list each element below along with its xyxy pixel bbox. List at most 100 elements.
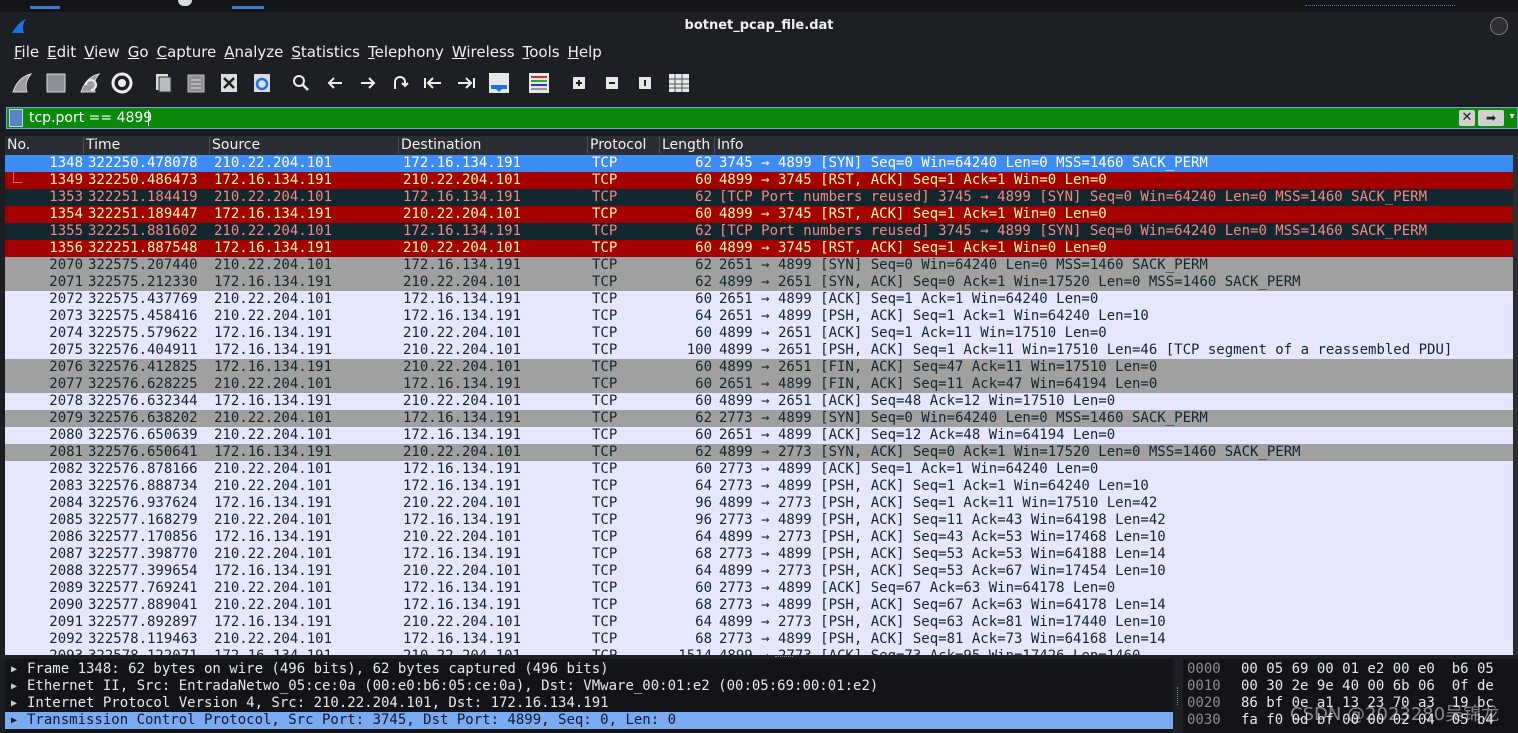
column-header-protocol[interactable]: Protocol xyxy=(588,137,660,154)
packet-row[interactable]: 2074 322575.579622 172.16.134.191 210.22.20… xyxy=(5,325,1513,342)
display-filter-input[interactable] xyxy=(27,109,1451,127)
menu-edit[interactable]: Edit xyxy=(43,40,80,61)
packet-time-cell: 322251.184419 xyxy=(88,189,198,205)
colorize-icon[interactable] xyxy=(527,71,551,95)
open-file-icon[interactable] xyxy=(151,71,175,95)
menu-capture[interactable]: Capture xyxy=(153,40,221,61)
menu-tools[interactable]: Tools xyxy=(519,40,564,61)
stop-capture-icon[interactable] xyxy=(44,71,68,95)
clear-filter-icon[interactable]: ✕ xyxy=(1459,110,1475,126)
go-to-packet-icon[interactable] xyxy=(388,71,412,95)
packet-row-selected[interactable]: 1348 322250.478078 210.22.204.101 172.16.13… xyxy=(5,155,1513,172)
normal-size-icon[interactable] xyxy=(633,71,657,95)
packet-row[interactable]: 2091 322577.892897 172.16.134.191 210.22.20… xyxy=(5,614,1513,631)
menu-wireless[interactable]: Wireless xyxy=(448,40,519,61)
detail-tree-row[interactable]: ▶ Ethernet II, Src: EntradaNetwo_05:ce:0a… xyxy=(5,678,1173,695)
packet-row[interactable]: 2080 322576.650639 210.22.204.101 172.16.13… xyxy=(5,427,1513,444)
packet-row[interactable]: 2086 322577.170856 172.16.134.191 210.22.20… xyxy=(5,529,1513,546)
apply-filter-icon[interactable]: ➡ xyxy=(1478,110,1504,126)
packet-dst-cell: 172.16.134.191 xyxy=(403,308,522,324)
packet-row[interactable]: 2081 322576.650641 172.16.134.191 210.22.20… xyxy=(5,444,1513,461)
packet-row[interactable]: 2092 322578.119463 210.22.204.101 172.16.13… xyxy=(5,631,1513,648)
menu-view[interactable]: View xyxy=(80,40,124,61)
packet-info-cell: 2651 → 4899 [SYN] Seq=0 Win=64240 Len=0 … xyxy=(719,257,1208,273)
reload-file-icon[interactable] xyxy=(250,71,274,95)
packet-row[interactable]: 1356 322251.887548 172.16.134.191 210.22.20… xyxy=(5,240,1513,257)
packet-row[interactable]: 2085 322577.168279 210.22.204.101 172.16.13… xyxy=(5,512,1513,529)
resize-columns-icon[interactable] xyxy=(667,71,691,95)
zoom-in-icon[interactable] xyxy=(567,71,591,95)
packet-row[interactable]: 2088 322577.399654 172.16.134.191 210.22.20… xyxy=(5,563,1513,580)
packet-row[interactable]: 2087 322577.398770 210.22.204.101 172.16.13… xyxy=(5,546,1513,563)
packet-time-cell: 322575.579622 xyxy=(88,325,198,341)
packet-row[interactable]: 2077 322576.628225 210.22.204.101 172.16.13… xyxy=(5,376,1513,393)
packet-src-cell: 210.22.204.101 xyxy=(214,461,333,477)
go-forward-icon[interactable] xyxy=(356,71,380,95)
go-first-icon[interactable] xyxy=(421,71,445,95)
column-header-source[interactable]: Source xyxy=(210,137,399,154)
packet-row[interactable]: 1353 322251.184419 210.22.204.101 172.16.13… xyxy=(5,189,1513,206)
menu-help[interactable]: Help xyxy=(564,40,606,61)
column-header-destination[interactable]: Destination xyxy=(399,137,588,154)
packet-dst-cell: 172.16.134.191 xyxy=(403,189,522,205)
menu-telephony[interactable]: Telephony xyxy=(364,40,448,61)
zoom-out-icon[interactable] xyxy=(600,71,624,95)
go-last-icon[interactable] xyxy=(454,71,478,95)
packet-info-cell: 2651 → 4899 [FIN, ACK] Seq=11 Ack=47 Win… xyxy=(719,376,1158,392)
filter-history-chevron-icon[interactable]: ▾ xyxy=(1507,108,1517,126)
restart-capture-icon[interactable] xyxy=(78,71,102,95)
detail-tree-row[interactable]: ▶ Frame 1348: 62 bytes on wire (496 bits)… xyxy=(5,661,1173,678)
packet-row[interactable]: 2093 322578.122071 172.16.134.191 210.22.20… xyxy=(5,648,1513,655)
packet-row[interactable]: 2071 322575.212330 172.16.134.191 210.22.20… xyxy=(5,274,1513,291)
packet-proto-cell: TCP xyxy=(592,461,618,477)
packet-list-scrollbar[interactable] xyxy=(1513,136,1518,655)
packet-row[interactable]: 2082 322576.878166 210.22.204.101 172.16.13… xyxy=(5,461,1513,478)
save-file-icon[interactable] xyxy=(184,71,208,95)
packet-row[interactable]: 2073 322575.458416 210.22.204.101 172.16.13… xyxy=(5,308,1513,325)
packet-row[interactable]: 2070 322575.207440 210.22.204.101 172.16.13… xyxy=(5,257,1513,274)
close-file-icon[interactable] xyxy=(217,71,241,95)
packet-row[interactable]: 1355 322251.881602 210.22.204.101 172.16.13… xyxy=(5,223,1513,240)
expand-arrow-icon[interactable]: ▶ xyxy=(11,695,17,712)
packet-row[interactable]: 2079 322576.638202 210.22.204.101 172.16.13… xyxy=(5,410,1513,427)
menu-go[interactable]: Go xyxy=(124,40,153,61)
auto-scroll-icon[interactable] xyxy=(487,71,511,95)
menu-statistics[interactable]: Statistics xyxy=(287,40,364,61)
go-back-icon[interactable] xyxy=(323,71,347,95)
filter-bookmark-icon[interactable] xyxy=(9,109,23,127)
packet-proto-cell: TCP xyxy=(592,206,618,222)
packet-row[interactable]: 1349 322250.486473 172.16.134.191 210.22.20… xyxy=(5,172,1513,189)
packet-row[interactable]: 2084 322576.937624 172.16.134.191 210.22.20… xyxy=(5,495,1513,512)
packet-proto-cell: TCP xyxy=(592,410,618,426)
hex-row[interactable]: 0010 00 30 2e 9e 40 00 6b 06 0f de xyxy=(1183,678,1518,695)
window-control-button[interactable] xyxy=(1490,17,1508,35)
packet-row[interactable]: 2089 322577.769241 210.22.204.101 172.16.13… xyxy=(5,580,1513,597)
detail-tree-row[interactable]: ▶ Transmission Control Protocol, Src Port… xyxy=(5,712,1173,729)
packet-time-cell: 322576.404911 xyxy=(88,342,198,358)
detail-tree-row[interactable]: ▶ Internet Protocol Version 4, Src: 210.2… xyxy=(5,695,1173,712)
column-header-time[interactable]: Time xyxy=(84,137,210,154)
window-title: botnet_pcap_file.dat xyxy=(684,18,834,33)
packet-row[interactable]: 2075 322576.404911 172.16.134.191 210.22.20… xyxy=(5,342,1513,359)
hex-row[interactable]: 0000 00 05 69 00 01 e2 00 e0 b6 05 xyxy=(1183,661,1518,678)
packet-row[interactable]: 2078 322576.632344 172.16.134.191 210.22.20… xyxy=(5,393,1513,410)
column-header-no[interactable]: No. xyxy=(5,137,84,154)
expand-arrow-icon[interactable]: ▶ xyxy=(11,678,17,695)
start-capture-icon[interactable] xyxy=(10,71,34,95)
packet-time-cell: 322251.881602 xyxy=(88,223,198,239)
menu-analyze[interactable]: Analyze xyxy=(220,40,287,61)
column-header-length[interactable]: Length xyxy=(660,137,715,154)
packet-row[interactable]: 1354 322251.189447 172.16.134.191 210.22.20… xyxy=(5,206,1513,223)
packet-info-cell: 4899 → 2773 [PSH, ACK] Seq=63 Ack=81 Win… xyxy=(719,614,1166,630)
packet-row[interactable]: 2083 322576.888734 210.22.204.101 172.16.13… xyxy=(5,478,1513,495)
packet-row[interactable]: 2090 322577.889041 210.22.204.101 172.16.13… xyxy=(5,597,1513,614)
expand-arrow-icon[interactable]: ▶ xyxy=(11,712,17,729)
packet-row[interactable]: 2072 322575.437769 210.22.204.101 172.16.13… xyxy=(5,291,1513,308)
packet-row[interactable]: 2076 322576.412825 172.16.134.191 210.22.20… xyxy=(5,359,1513,376)
find-packet-icon[interactable] xyxy=(289,71,313,95)
column-header-info[interactable]: Info xyxy=(715,137,1513,154)
expand-arrow-icon[interactable]: ▶ xyxy=(11,661,17,678)
pane-splitter-vertical[interactable] xyxy=(1173,659,1183,733)
menu-file[interactable]: File xyxy=(10,40,43,61)
capture-options-icon[interactable] xyxy=(110,71,134,95)
